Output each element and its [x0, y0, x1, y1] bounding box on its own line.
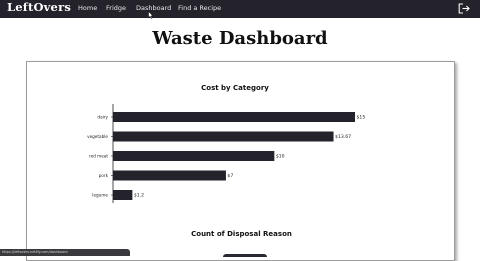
dashboard-card: Cost by Category dairy $15 vegetable $13.67… — [26, 61, 455, 261]
nav-link-home[interactable]: Home — [78, 3, 97, 13]
cost-by-category-chart: Cost by Category dairy $15 vegetable $13.67… — [87, 84, 366, 203]
category-tick-label: dairy — [97, 115, 108, 120]
category-tick-label: vegetable — [87, 134, 108, 139]
browser-status-bar: https://leftovers.netlify.com/dashboard — [0, 249, 130, 256]
category-tick-label: red meat — [89, 154, 108, 159]
logout-icon[interactable] — [458, 3, 470, 14]
page-title: Waste Dashboard — [152, 28, 328, 49]
cost-bar[interactable] — [113, 131, 334, 142]
bar-value-label: $15 — [357, 115, 366, 121]
cost-bar[interactable] — [113, 190, 133, 200]
bar-value-label: $7 — [227, 173, 233, 179]
category-tick-label: legume — [92, 193, 108, 198]
cost-bar[interactable] — [113, 170, 226, 181]
brand-logo[interactable]: LeftOvers — [7, 0, 71, 14]
cost-bar[interactable] — [113, 151, 275, 161]
nav-link-fridge[interactable]: Fridge — [106, 3, 126, 13]
cost-bar[interactable] — [113, 112, 355, 122]
category-tick-label: pork — [99, 173, 109, 178]
bar-value-label: $1.2 — [134, 193, 144, 199]
bar-value-label: $10 — [276, 154, 285, 160]
chart-title: Cost by Category — [201, 84, 269, 92]
top-navbar: LeftOvers Home Fridge Dashboard Find a R… — [0, 0, 480, 18]
nav-link-find-a-recipe[interactable]: Find a Recipe — [178, 3, 221, 13]
disposal-reason-chart-title: Count of Disposal Reason — [191, 230, 292, 238]
mouse-cursor-icon — [148, 11, 154, 19]
bar-value-label: $13.67 — [335, 134, 351, 140]
